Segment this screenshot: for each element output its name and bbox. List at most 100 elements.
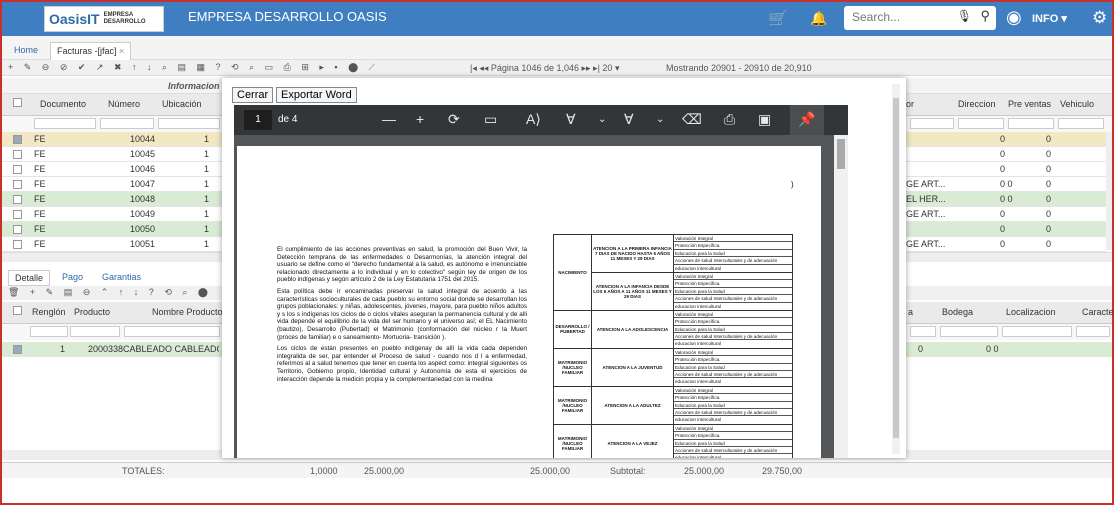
list-item: Valoración Integral bbox=[674, 349, 792, 357]
detail-toolbar-icons[interactable]: 🗑 + ✎ ▤ ⊖ ⌃ ↑ ↓ ? ⟲ ⌕ ⬤ bbox=[8, 287, 212, 298]
fit-page-icon[interactable]: ▭ bbox=[484, 111, 497, 128]
column-a[interactable]: a bbox=[908, 307, 913, 317]
page-size[interactable]: 20 bbox=[602, 63, 612, 73]
print-icon[interactable]: ⎙ bbox=[724, 111, 735, 128]
column-localizacion[interactable]: Localizacion bbox=[1006, 307, 1056, 317]
toolbar-icons[interactable]: + ✎ ⊖ ⊘ ✔ ↗ ✖ ↑ ↓ ⌕ ▤ ▦ ? ⟲ ⌕ ▭ ⎙ ⊞ ▸ ▪ … bbox=[8, 62, 379, 73]
app-logo[interactable]: OasisIT EMPRESA DESARROLLO bbox=[44, 6, 164, 32]
filter-nombre-producto[interactable] bbox=[124, 326, 220, 337]
pdf-scrollbar[interactable] bbox=[834, 135, 848, 458]
filter-direccion[interactable] bbox=[958, 118, 1004, 129]
filter-producto[interactable] bbox=[70, 326, 120, 337]
draw-chevron-icon[interactable]: ⌄ bbox=[598, 114, 606, 125]
user-menu[interactable]: INFO ▾ bbox=[1032, 12, 1067, 25]
group-items: Valoración Integral Protección Específica… bbox=[674, 425, 792, 458]
search-icon[interactable]: ⚲ bbox=[980, 8, 990, 24]
read-aloud-icon[interactable]: A⟩ bbox=[526, 111, 541, 128]
row-checkbox[interactable] bbox=[13, 210, 22, 219]
column-nombre-producto[interactable]: Nombre Producto bbox=[152, 307, 223, 317]
stage-block: NACIMIENTO ATENCION A LA PRIMERA INFANCIA… bbox=[553, 234, 793, 311]
filter-numero[interactable] bbox=[100, 118, 154, 129]
column-caracter[interactable]: Caracter bbox=[1082, 307, 1114, 317]
column-vehiculo[interactable]: Vehiculo bbox=[1060, 99, 1094, 109]
row-checkbox[interactable] bbox=[13, 150, 22, 159]
row-checkbox[interactable] bbox=[13, 135, 22, 144]
list-item: Protección Específica. bbox=[674, 318, 792, 326]
filter-vehiculo[interactable] bbox=[1058, 118, 1104, 129]
filter-bodega[interactable] bbox=[940, 326, 998, 337]
stage-groups: ATENCION A LA ADOLESCENCIA Valoración Int… bbox=[592, 310, 792, 348]
column-pre-ventas[interactable]: Pre ventas bbox=[1008, 99, 1051, 109]
pager[interactable]: |◂ ◂◂ Página 1046 de 1,046 ▸▸ ▸| 20 ▾ bbox=[470, 63, 619, 74]
cell-ubicacion: 1 bbox=[204, 134, 210, 144]
group-items: Valoración Integral Protección Específica… bbox=[674, 273, 792, 310]
highlight-icon[interactable]: ∀ bbox=[624, 111, 634, 128]
tab-detalle[interactable]: Detalle bbox=[8, 270, 51, 286]
search-input[interactable]: Search... 🎙 ⚲ bbox=[844, 6, 996, 30]
tab-garantias[interactable]: Garantias bbox=[96, 270, 147, 284]
export-word-button[interactable]: Exportar Word bbox=[276, 87, 357, 103]
stage-name: MATRIMONIO /NUCLEO FAMILIAR bbox=[554, 348, 592, 386]
bell-icon[interactable]: 🔔 bbox=[810, 10, 827, 27]
column-documento[interactable]: Documento bbox=[40, 99, 86, 109]
cell-ubicacion: 1 bbox=[204, 164, 210, 174]
modal-scrollbar[interactable] bbox=[892, 84, 900, 454]
draw-icon[interactable]: ∀ bbox=[566, 111, 576, 128]
column-numero[interactable]: Número bbox=[108, 99, 140, 109]
filter-caracter[interactable] bbox=[1076, 326, 1110, 337]
filter-ubicacion[interactable] bbox=[158, 118, 220, 129]
row-checkbox[interactable] bbox=[13, 225, 22, 234]
row-checkbox[interactable] bbox=[13, 195, 22, 204]
cell-producto: 2000338 bbox=[88, 344, 124, 354]
rotate-icon[interactable]: ⟳ bbox=[448, 111, 460, 128]
row-checkbox[interactable] bbox=[13, 180, 22, 189]
eraser-icon[interactable]: ⌫ bbox=[682, 111, 702, 128]
stage-name: MATRIMONIO /NUCLEO FAMILIAR bbox=[554, 386, 592, 424]
column-direccion[interactable]: Direccion bbox=[958, 99, 996, 109]
column-bodega[interactable]: Bodega bbox=[942, 307, 973, 317]
user-icon[interactable]: ◉ bbox=[1006, 7, 1022, 28]
tab-home[interactable]: Home bbox=[8, 42, 44, 60]
column-renglon[interactable]: Renglón bbox=[32, 307, 66, 317]
detail-select-all-checkbox[interactable] bbox=[13, 306, 22, 315]
tab-pago[interactable]: Pago bbox=[56, 270, 89, 284]
filter-pre-ventas[interactable] bbox=[1008, 118, 1054, 129]
tab-facturas[interactable]: Facturas -[jfac] × bbox=[50, 42, 132, 60]
save-icon[interactable]: ▣ bbox=[758, 111, 771, 128]
list-item: Valoración Integral bbox=[674, 235, 792, 243]
cell-vehiculo: 0 bbox=[1000, 134, 1006, 144]
life-cycle-table: NACIMIENTO ATENCION A LA PRIMERA INFANCIA… bbox=[553, 234, 793, 458]
filter-renglon[interactable] bbox=[30, 326, 68, 337]
filter-documento[interactable] bbox=[34, 118, 96, 129]
filter-or[interactable] bbox=[910, 118, 954, 129]
zoom-out-icon[interactable]: — bbox=[382, 111, 396, 127]
filter-a[interactable] bbox=[910, 326, 936, 337]
close-icon[interactable]: × bbox=[119, 46, 124, 56]
grid-vertical-scrollbar[interactable] bbox=[1106, 132, 1112, 250]
column-ubicacion[interactable]: Ubicación bbox=[162, 99, 202, 109]
zoom-in-icon[interactable]: + bbox=[416, 111, 424, 127]
close-button[interactable]: Cerrar bbox=[232, 87, 274, 103]
cell-pre-ventas: 0 bbox=[1046, 149, 1052, 159]
cell-direccion: GE ART... bbox=[906, 209, 946, 219]
gear-icon[interactable]: ⚙ bbox=[1092, 8, 1107, 28]
row-checkbox[interactable] bbox=[13, 345, 22, 354]
column-producto[interactable]: Producto bbox=[74, 307, 110, 317]
row-checkbox[interactable] bbox=[13, 165, 22, 174]
column-or[interactable]: or bbox=[906, 99, 914, 109]
report-modal: Cerrar Exportar Word 1 de 4 — + ⟳ ▭ A⟩ ∀… bbox=[222, 78, 906, 458]
pdf-document-area[interactable]: ) El cumplimiento de las acciones preven… bbox=[234, 135, 848, 458]
pin-icon[interactable]: 📌 bbox=[790, 105, 824, 135]
mic-icon[interactable]: 🎙 bbox=[957, 9, 972, 23]
list-item: Educacion para la Salud bbox=[674, 250, 792, 258]
list-item: educacion intercultural bbox=[675, 303, 721, 309]
highlight-chevron-icon[interactable]: ⌄ bbox=[656, 114, 664, 125]
cell-direccion: GE ART... bbox=[906, 239, 946, 249]
row-checkbox[interactable] bbox=[13, 240, 22, 249]
cart-icon[interactable]: 🛒 bbox=[768, 9, 788, 29]
cell-numero: 10050 bbox=[130, 224, 156, 234]
pdf-page-input[interactable]: 1 bbox=[244, 110, 272, 130]
filter-localizacion[interactable] bbox=[1002, 326, 1072, 337]
list-item: Acciones de salud Interculturales y de a… bbox=[674, 295, 792, 303]
select-all-checkbox[interactable] bbox=[13, 98, 22, 107]
